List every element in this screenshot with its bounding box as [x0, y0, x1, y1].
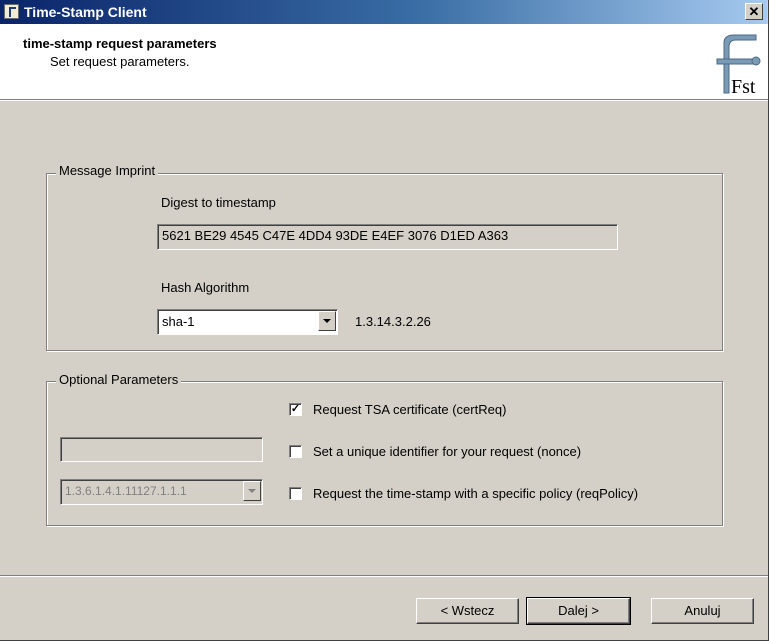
policy-select: 1.3.6.1.4.1.11127.1.1.1 [60, 479, 263, 505]
window-title: Time-Stamp Client [24, 4, 147, 20]
digest-field[interactable]: 5621 BE29 4545 C47E 4DD4 93DE E4EF 3076 … [157, 224, 618, 250]
page-subtitle: Set request parameters. [50, 54, 190, 69]
cancel-button[interactable]: Anuluj [651, 598, 754, 624]
chevron-down-icon[interactable] [318, 311, 336, 331]
hash-algorithm-label: Hash Algorithm [161, 280, 250, 295]
close-button[interactable]: ✕ [745, 3, 763, 20]
wizard-window: Time-Stamp Client ✕ time-stamp request p… [0, 0, 769, 641]
header-separator [0, 100, 768, 101]
nonce-label[interactable]: Set a unique identifier for your request… [313, 444, 581, 459]
hash-algorithm-value: sha-1 [162, 314, 195, 329]
cert-req-label[interactable]: Request TSA certificate (certReq) [313, 402, 506, 417]
hash-algorithm-select[interactable]: sha-1 [157, 309, 338, 335]
chevron-down-icon [243, 481, 261, 501]
digest-label: Digest to timestamp [161, 195, 276, 210]
nonce-checkbox[interactable] [289, 445, 302, 458]
policy-checkbox[interactable] [289, 487, 302, 500]
page-title: time-stamp request parameters [23, 36, 217, 51]
nonce-field [60, 437, 263, 462]
optional-parameters-label: Optional Parameters [56, 372, 182, 387]
back-button[interactable]: < Wstecz [416, 598, 519, 624]
hash-oid: 1.3.14.3.2.26 [355, 314, 431, 329]
policy-label[interactable]: Request the time-stamp with a specific p… [313, 486, 638, 501]
title-bar[interactable]: Time-Stamp Client ✕ [0, 0, 767, 24]
logo-text: Fst [731, 76, 756, 95]
fst-logo: Fst [716, 34, 761, 95]
checkmark-icon: ✓ [290, 403, 301, 415]
policy-value: 1.3.6.1.4.1.11127.1.1.1 [65, 484, 187, 498]
next-button[interactable]: Dalej > [526, 597, 631, 625]
app-icon [4, 4, 19, 19]
footer-separator [0, 575, 768, 577]
close-icon: ✕ [748, 4, 760, 19]
cert-req-checkbox[interactable]: ✓ [289, 403, 302, 416]
message-imprint-label: Message Imprint [56, 163, 159, 178]
